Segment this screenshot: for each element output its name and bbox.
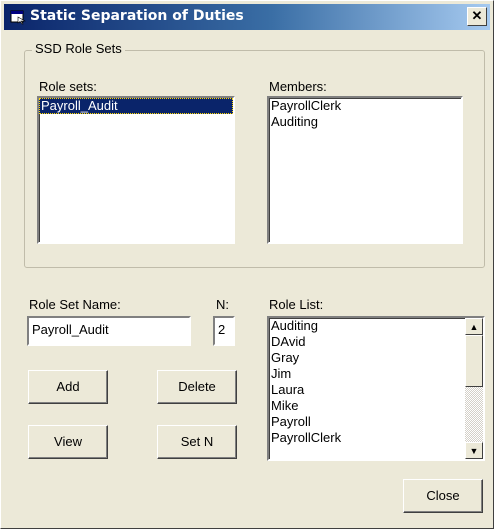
- members-label: Members:: [269, 79, 327, 94]
- members-listbox[interactable]: PayrollClerk Auditing: [267, 96, 463, 244]
- role-set-name-input[interactable]: Payroll_Audit: [27, 316, 191, 346]
- n-label: N:: [216, 297, 229, 312]
- scroll-down-arrow-icon: ▼: [469, 446, 479, 456]
- member-item[interactable]: Auditing: [269, 114, 461, 130]
- scroll-up-button[interactable]: ▲: [465, 318, 483, 335]
- delete-button[interactable]: Delete: [157, 370, 237, 404]
- group-legend: SSD Role Sets: [32, 41, 125, 56]
- n-input[interactable]: 2: [213, 316, 235, 346]
- title-bar[interactable]: Static Separation of Duties ✕: [4, 4, 490, 30]
- view-button[interactable]: View: [28, 425, 108, 459]
- role-set-item[interactable]: Payroll_Audit: [39, 98, 233, 114]
- scroll-thumb[interactable]: [465, 335, 483, 387]
- role-list-scrollbar[interactable]: ▲ ▼: [465, 318, 483, 459]
- close-icon: ✕: [471, 8, 483, 23]
- role-list-item[interactable]: DAvid: [269, 334, 483, 350]
- add-button[interactable]: Add: [28, 370, 108, 404]
- role-list-label: Role List:: [269, 297, 324, 312]
- role-list-item[interactable]: Mike: [269, 398, 483, 414]
- window-app-icon: [10, 10, 26, 25]
- ssd-dialog-window: Static Separation of Duties ✕ SSD Role S…: [0, 0, 494, 529]
- role-list-item[interactable]: PayrollClerk: [269, 430, 483, 446]
- role-list-item[interactable]: Payroll: [269, 414, 483, 430]
- role-list-item[interactable]: Laura: [269, 382, 483, 398]
- scroll-up-arrow-icon: ▲: [469, 322, 479, 332]
- role-list-items: Auditing DAvid Gray Jim Laura Mike Payroll Payr…: [269, 318, 483, 446]
- scroll-down-button[interactable]: ▼: [465, 442, 483, 459]
- role-list-listbox[interactable]: Auditing DAvid Gray Jim Laura Mike Payroll Payr…: [267, 316, 485, 461]
- close-button[interactable]: Close: [403, 479, 483, 513]
- role-sets-label: Role sets:: [39, 79, 97, 94]
- role-set-name-label: Role Set Name:: [29, 297, 121, 312]
- window-title: Static Separation of Duties: [30, 8, 244, 24]
- role-list-item[interactable]: Gray: [269, 350, 483, 366]
- role-sets-listbox[interactable]: Payroll_Audit: [37, 96, 235, 244]
- role-list-item[interactable]: Auditing: [269, 318, 483, 334]
- member-item[interactable]: PayrollClerk: [269, 98, 461, 114]
- close-window-button[interactable]: ✕: [467, 7, 487, 26]
- role-list-item[interactable]: Jim: [269, 366, 483, 382]
- set-n-button[interactable]: Set N: [157, 425, 237, 459]
